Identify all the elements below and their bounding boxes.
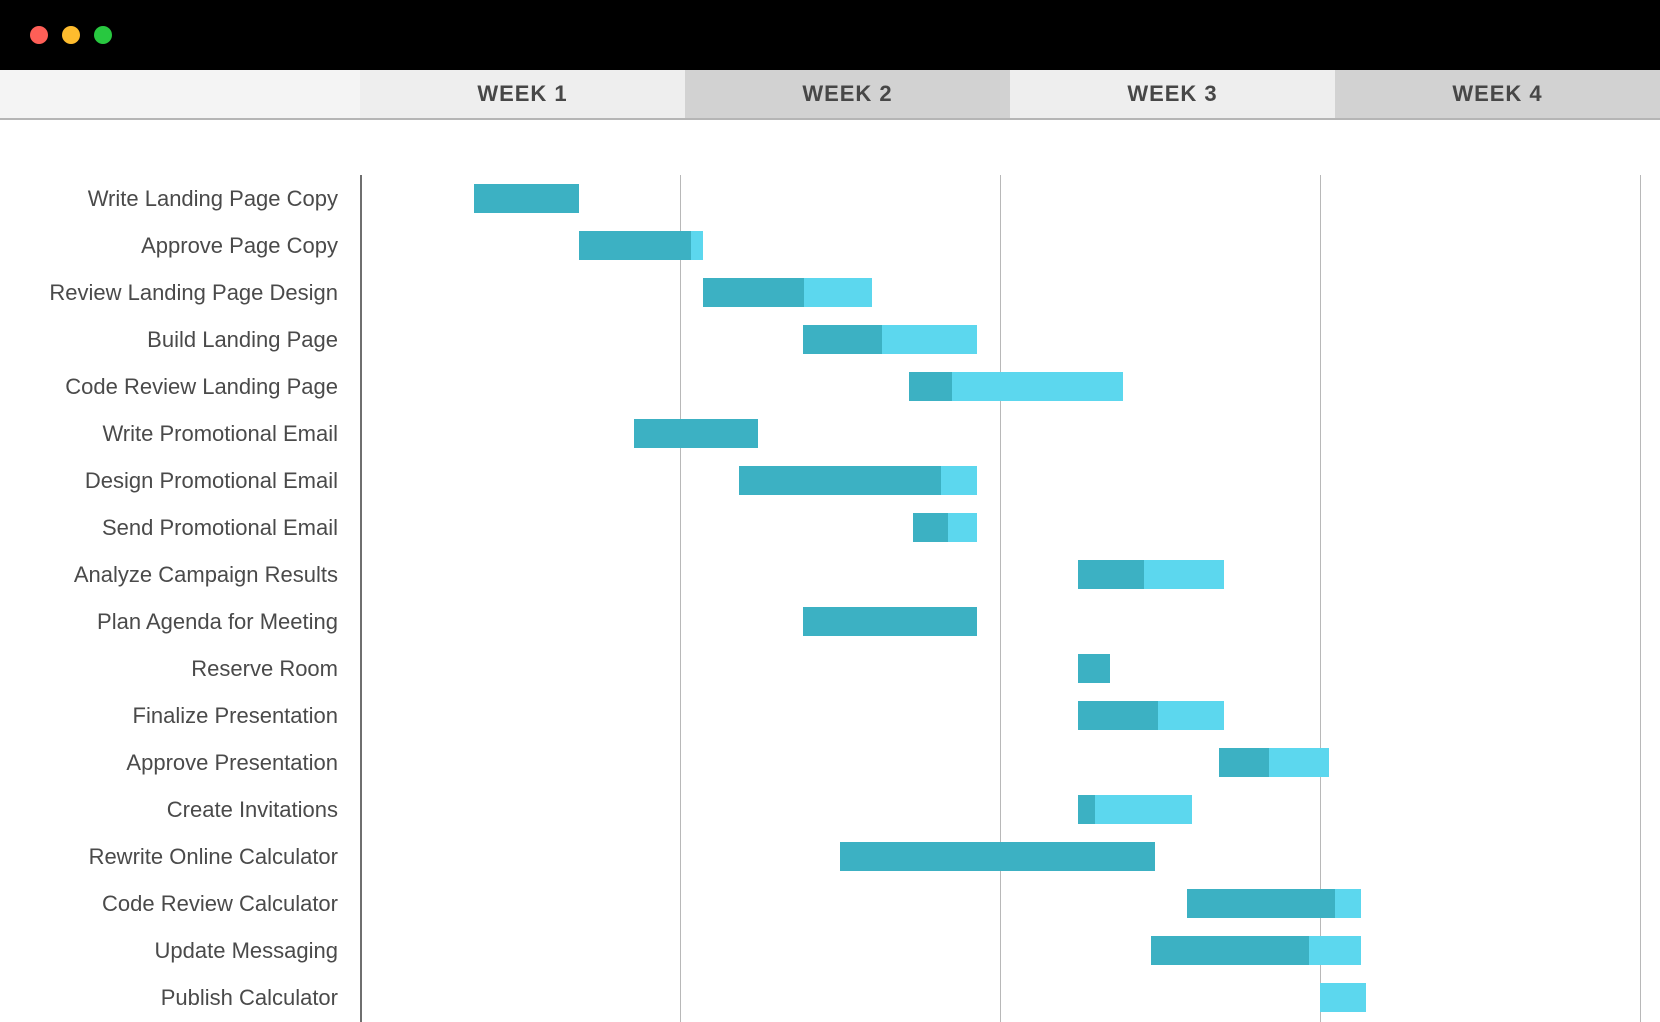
gantt-bar-complete [1219,748,1268,777]
task-label: Analyze Campaign Results [74,562,338,588]
titlebar [0,0,1660,70]
gantt-bar-complete [1187,889,1335,918]
gantt-bar[interactable] [803,325,977,354]
close-icon[interactable] [30,26,48,44]
gantt-bar-remaining [1335,889,1361,918]
gantt-bar-complete [909,372,952,401]
gantt-bar[interactable] [1078,701,1224,730]
gantt-bar-remaining [941,466,977,495]
task-label: Build Landing Page [147,327,338,353]
gantt-bar[interactable] [739,466,977,495]
gantt-chart: Write Landing Page Copy Approve Page Copy… [0,120,1660,1022]
task-label: Finalize Presentation [133,703,338,729]
week-header: WEEK 1 WEEK 2 WEEK 3 WEEK 4 [0,70,1660,120]
gantt-bar-remaining [691,231,703,260]
task-label: Update Messaging [155,938,338,964]
gantt-bar[interactable] [703,278,872,307]
grid-line [360,175,362,1022]
gantt-bar[interactable] [1151,936,1361,965]
gantt-bar[interactable] [1078,560,1224,589]
gantt-bar[interactable] [803,607,977,636]
gantt-bar-remaining [952,372,1124,401]
gantt-bar-complete [1078,795,1095,824]
gantt-bar-complete [1078,654,1110,683]
gantt-bar-complete [913,513,948,542]
gantt-bar[interactable] [634,419,757,448]
task-label: Rewrite Online Calculator [89,844,338,870]
task-label: Write Promotional Email [102,421,338,447]
app-window: WEEK 1 WEEK 2 WEEK 3 WEEK 4 Write Landin… [0,0,1660,1022]
task-label: Code Review Landing Page [65,374,338,400]
gantt-bar-complete [1078,701,1158,730]
gantt-bar-complete [840,842,1155,871]
gantt-bar[interactable] [1187,889,1361,918]
gantt-bar-complete [803,325,881,354]
gantt-bar-complete [703,278,804,307]
gantt-bar-remaining [1095,795,1192,824]
week-col-1: WEEK 1 [360,70,685,118]
gantt-bar[interactable] [1078,795,1192,824]
grid-line [680,175,681,1022]
header-spacer [0,70,360,118]
week-label: WEEK 1 [477,81,567,107]
task-label: Write Landing Page Copy [88,186,338,212]
gantt-bar[interactable] [474,184,579,213]
gantt-bar-complete [1078,560,1144,589]
gantt-bar-complete [634,419,757,448]
gantt-bar-remaining [1158,701,1224,730]
gantt-bar[interactable] [1320,983,1366,1012]
gantt-bar-remaining [948,513,977,542]
gantt-bar[interactable] [840,842,1155,871]
week-label: WEEK 3 [1127,81,1217,107]
grid-line [1640,175,1641,1022]
task-label: Reserve Room [191,656,338,682]
task-label: Approve Presentation [126,750,338,776]
gantt-bar[interactable] [1219,748,1329,777]
task-label: Plan Agenda for Meeting [97,609,338,635]
gantt-bar-remaining [1320,983,1366,1012]
gantt-bar-remaining [804,278,872,307]
gantt-bar[interactable] [1078,654,1110,683]
task-label: Publish Calculator [161,985,338,1011]
week-label: WEEK 2 [802,81,892,107]
gantt-bar-remaining [1144,560,1224,589]
task-label: Send Promotional Email [102,515,338,541]
gantt-bar-remaining [1309,936,1362,965]
gantt-plot-area [360,175,1640,1022]
week-col-3: WEEK 3 [1010,70,1335,118]
minimize-icon[interactable] [62,26,80,44]
gantt-bar-complete [1151,936,1309,965]
grid-line [1000,175,1001,1022]
week-col-4: WEEK 4 [1335,70,1660,118]
zoom-icon[interactable] [94,26,112,44]
gantt-bar-complete [739,466,941,495]
gantt-bar[interactable] [909,372,1124,401]
gantt-bar-complete [474,184,579,213]
task-label: Create Invitations [167,797,338,823]
week-col-2: WEEK 2 [685,70,1010,118]
gantt-bar[interactable] [579,231,702,260]
gantt-bar-remaining [882,325,978,354]
gantt-bar-remaining [1269,748,1329,777]
task-label: Approve Page Copy [141,233,338,259]
task-label: Design Promotional Email [85,468,338,494]
gantt-bar-complete [579,231,690,260]
task-label: Code Review Calculator [102,891,338,917]
gantt-bar[interactable] [913,513,977,542]
task-label: Review Landing Page Design [49,280,338,306]
gantt-bar-complete [803,607,977,636]
week-label: WEEK 4 [1452,81,1542,107]
